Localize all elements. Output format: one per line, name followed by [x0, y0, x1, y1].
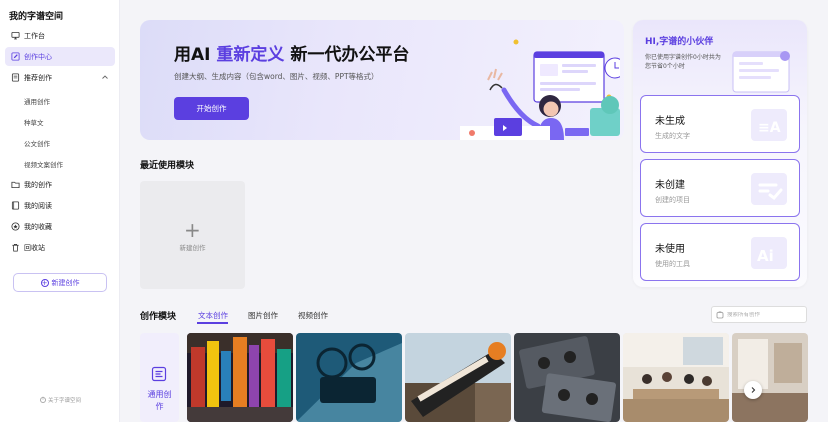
banner-subtitle: 创建大纲、生成内容（包含word、图片、视频、PPT等格式）	[174, 72, 379, 81]
stat-desc: 生成的文字	[655, 132, 690, 140]
chevron-up-icon	[102, 75, 108, 79]
usage-summary-panel: HI,字谱的小伙伴 你已使用字谱创作0小时共为 您节省0个小时 未生成 生成的文…	[633, 20, 807, 287]
stat-desc: 使用的工具	[655, 260, 690, 268]
plus-circle-icon: +	[40, 278, 49, 287]
new-creation-card[interactable]: + 新建创作	[140, 181, 245, 289]
template-thumbnail[interactable]	[732, 333, 808, 422]
svg-text:Ai: Ai	[757, 247, 774, 265]
new-creation-label: 新建创作	[51, 278, 80, 287]
usage-note-line1: 你已使用字谱创作0小时共为	[645, 54, 721, 61]
sidebar-item-my-reading[interactable]: 我的阅读	[5, 196, 115, 215]
stat-card-used[interactable]: 未使用 使用的工具 Ai	[640, 223, 800, 281]
stat-value: 未生成	[655, 116, 685, 127]
sidebar-subitem-official[interactable]: 公文创作	[24, 138, 50, 148]
banner-title-suffix: 新一代办公平台	[290, 45, 410, 65]
sidebar: 我的字谱空间 工作台 创作中心 推荐创作 通用创作 种草文 公文创作 视频文案创…	[0, 0, 120, 422]
recent-modules-title: 最近使用模块	[140, 161, 195, 171]
sidebar-item-recommended[interactable]: 推荐创作	[5, 68, 115, 87]
film-projector-image	[296, 333, 402, 422]
sidebar-item-creation-center[interactable]: 创作中心	[5, 47, 115, 66]
about-label: 关于字谱空间	[48, 398, 82, 404]
module-search[interactable]	[711, 306, 807, 323]
city-night-image	[187, 333, 293, 422]
project-check-icon	[751, 173, 787, 205]
sidebar-subitem-general[interactable]: 通用创作	[24, 96, 50, 106]
sidebar-item-recycle-bin[interactable]: 回收站	[5, 238, 115, 257]
stat-desc: 创建的项目	[655, 196, 690, 204]
sidebar-item-label: 我的创作	[24, 180, 52, 189]
sidebar-item-label: 工作台	[24, 31, 45, 40]
about-link[interactable]: i 关于字谱空间	[40, 396, 81, 404]
office-illustration	[460, 39, 620, 140]
cassette-tapes-image	[514, 333, 620, 422]
banner-title: 用AI 重新定义 新一代办公平台	[174, 40, 409, 65]
search-input[interactable]	[727, 311, 805, 318]
template-thumbnail[interactable]	[623, 333, 729, 422]
active-tab-indicator	[197, 322, 228, 324]
trash-icon	[10, 243, 20, 253]
movie-sign-image	[405, 333, 511, 422]
template-thumbnail[interactable]	[187, 333, 293, 422]
text-generate-icon: ≡A	[751, 109, 787, 141]
document-text-icon	[151, 366, 167, 382]
folder-icon	[10, 180, 20, 190]
template-thumbnail[interactable]	[514, 333, 620, 422]
ai-tool-icon: Ai	[751, 237, 787, 269]
start-creating-button[interactable]: 开始创作	[174, 97, 249, 120]
office-meeting-image	[623, 333, 729, 422]
brand-title: 我的字谱空间	[9, 12, 64, 22]
usage-note-line2: 您节省0个小时	[645, 63, 685, 70]
sidebar-item-label: 创作中心	[24, 52, 52, 61]
sidebar-subitem-video-script[interactable]: 视频文案创作	[24, 159, 63, 169]
star-icon	[10, 222, 20, 232]
new-creation-card-label: 新建创作	[179, 244, 206, 252]
chevron-right-icon	[751, 387, 756, 393]
category-general-card[interactable]: 通用创作	[140, 333, 179, 422]
sidebar-item-label: 回收站	[24, 243, 45, 252]
info-icon: i	[40, 397, 46, 403]
plus-icon: +	[184, 218, 201, 242]
document-icon	[10, 73, 20, 83]
office-room-image	[732, 333, 808, 422]
banner-title-prefix: 用AI	[174, 45, 211, 65]
edit-icon	[10, 52, 20, 62]
sidebar-item-workbench[interactable]: 工作台	[5, 26, 115, 45]
sidebar-subitem-seeding[interactable]: 种草文	[24, 117, 44, 127]
creation-modules-title: 创作模块	[140, 312, 177, 322]
template-thumbnail[interactable]	[405, 333, 511, 422]
stat-value: 未创建	[655, 180, 685, 191]
tab-image-creation[interactable]: 图片创作	[248, 310, 278, 321]
stat-value: 未使用	[655, 244, 685, 255]
partner-illustration	[732, 51, 790, 93]
sidebar-item-label: 我的阅读	[24, 201, 52, 210]
search-icon	[716, 310, 724, 318]
greeting-title: HI,字谱的小伙伴	[645, 37, 714, 47]
banner-title-highlight: 重新定义	[216, 45, 285, 65]
sidebar-item-label: 推荐创作	[24, 73, 52, 82]
sidebar-item-my-favorites[interactable]: 我的收藏	[5, 217, 115, 236]
svg-text:≡A: ≡A	[758, 120, 781, 136]
category-label: 通用创作	[147, 390, 172, 411]
hero-banner: 用AI 重新定义 新一代办公平台 创建大纲、生成内容（包含word、图片、视频、…	[140, 20, 624, 140]
sidebar-item-label: 我的收藏	[24, 222, 52, 231]
sidebar-item-my-creations[interactable]: 我的创作	[5, 175, 115, 194]
new-creation-button[interactable]: + 新建创作	[13, 273, 107, 292]
tab-video-creation[interactable]: 视频创作	[298, 310, 328, 321]
tab-text-creation[interactable]: 文本创作	[198, 310, 228, 321]
stat-card-created[interactable]: 未创建 创建的项目	[640, 159, 800, 217]
monitor-icon	[10, 31, 20, 41]
stat-card-generated[interactable]: 未生成 生成的文字 ≡A	[640, 95, 800, 153]
template-thumbnail[interactable]	[296, 333, 402, 422]
book-icon	[10, 201, 20, 211]
carousel-next-button[interactable]	[744, 381, 762, 399]
